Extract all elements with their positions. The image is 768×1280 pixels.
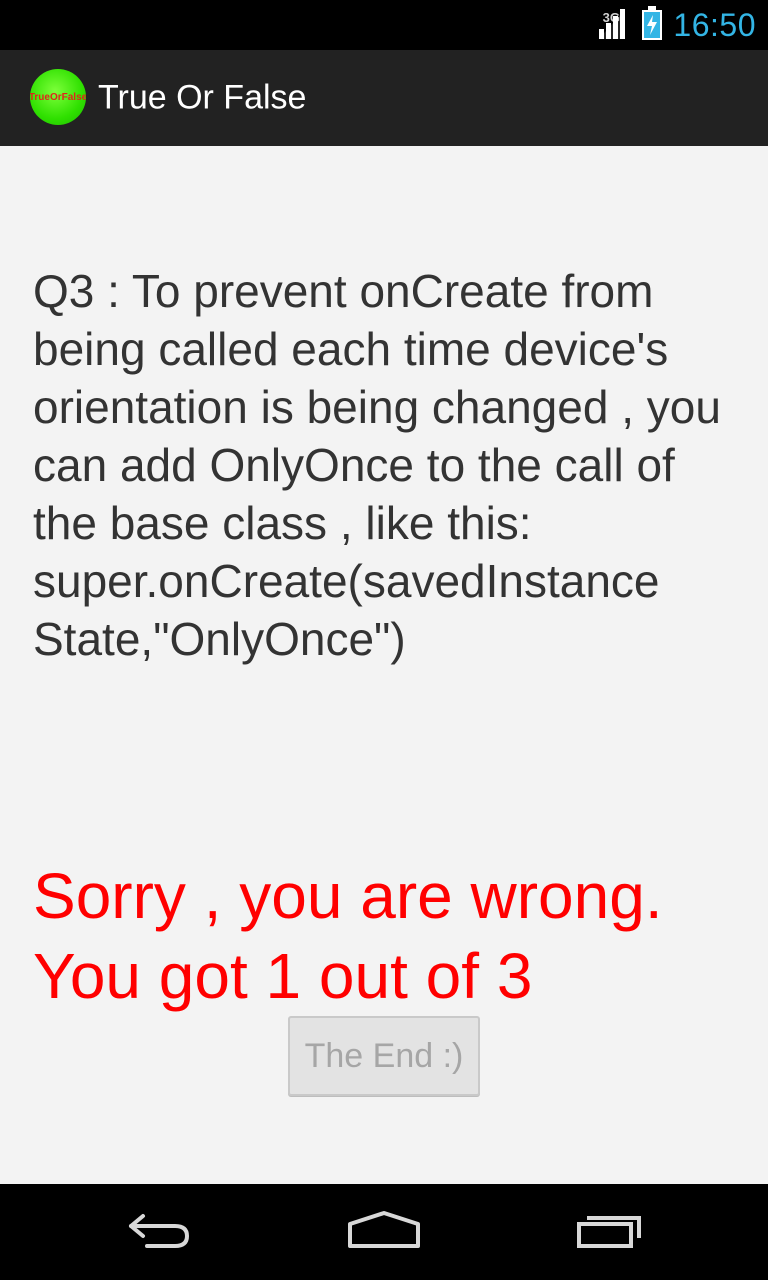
question-text: Q3 : To prevent onCreate from being call… xyxy=(33,265,721,665)
battery-charging-icon xyxy=(641,5,663,45)
action-bar: TrueOrFalse True Or False xyxy=(0,50,768,146)
app-logo-text: TrueOrFalse xyxy=(30,91,86,103)
status-clock: 16:50 xyxy=(673,6,756,43)
signal-icon xyxy=(597,7,631,44)
screen: 3G 16:50 TrueOrFalse True Or False Q3: … xyxy=(0,0,768,1280)
result-message: Sorry , you are wrong. You got 1 out of … xyxy=(33,856,753,1016)
app-logo-icon[interactable]: TrueOrFalse xyxy=(30,69,86,125)
home-button[interactable] xyxy=(324,1184,444,1280)
navigation-bar xyxy=(0,1184,768,1280)
the-end-button[interactable]: The End :) xyxy=(288,1016,480,1096)
status-icons: 16:50 xyxy=(597,0,756,50)
app-title: True Or False xyxy=(98,78,307,117)
home-icon xyxy=(346,1210,422,1255)
result-wrong-text: Sorry , you are wrong. xyxy=(33,860,663,932)
back-icon xyxy=(125,1210,195,1255)
recent-apps-button[interactable] xyxy=(550,1184,670,1280)
recent-apps-icon xyxy=(575,1210,645,1255)
result-score-text: You got 1 out of 3 xyxy=(33,940,533,1012)
back-button[interactable] xyxy=(100,1184,220,1280)
status-bar: 3G 16:50 xyxy=(0,0,768,50)
